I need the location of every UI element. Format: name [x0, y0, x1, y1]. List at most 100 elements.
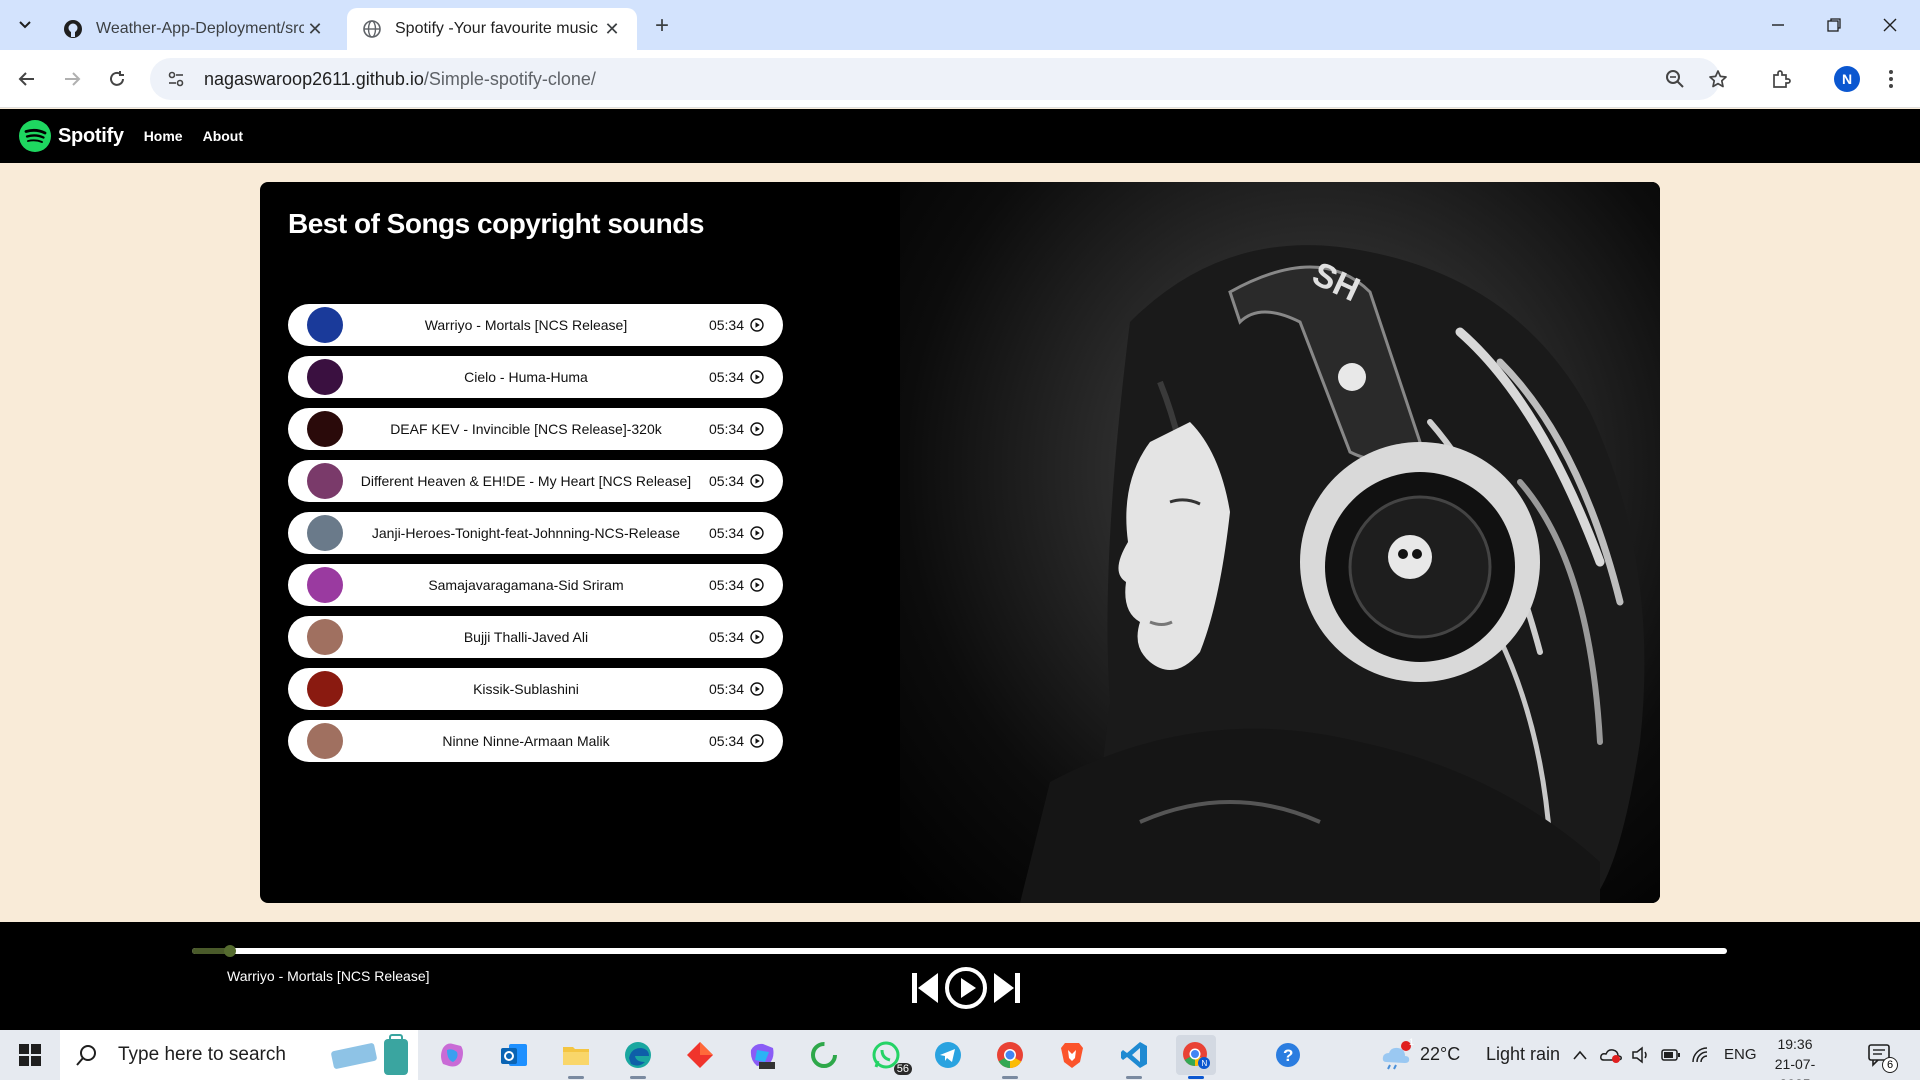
chrome-profile-icon[interactable]: N: [1176, 1035, 1216, 1079]
tab-title: Spotify -Your favourite music is: [395, 20, 601, 37]
song-name: Ninne Ninne-Armaan Malik: [442, 733, 610, 749]
play-circle-icon[interactable]: [750, 422, 764, 436]
weather-alert-badge: 1: [1408, 1037, 1414, 1047]
brave-icon[interactable]: [1052, 1035, 1092, 1075]
copilot-icon[interactable]: [432, 1035, 472, 1075]
minimize-button[interactable]: [1750, 0, 1806, 50]
refresh-app-icon[interactable]: [804, 1035, 844, 1075]
wifi-icon[interactable]: [1686, 1035, 1716, 1075]
chrome-icon[interactable]: [990, 1035, 1030, 1079]
back-button[interactable]: [10, 62, 44, 96]
song-item[interactable]: Cielo - Huma-Huma 05:34: [288, 356, 783, 398]
m365-icon[interactable]: [742, 1035, 782, 1075]
song-duration: 05:34: [708, 681, 744, 697]
player-bar: Warriyo - Mortals [NCS Release]: [0, 922, 1920, 1030]
song-cover: [307, 307, 343, 343]
song-item[interactable]: Kissik-Sublashini 05:34: [288, 668, 783, 710]
weather-icon[interactable]: 1: [1376, 1035, 1416, 1075]
close-icon[interactable]: ✕: [304, 18, 326, 40]
song-duration: 05:34: [708, 525, 744, 541]
outlook-icon[interactable]: [494, 1035, 534, 1075]
nav-link-about[interactable]: About: [203, 128, 243, 144]
song-cover: [307, 515, 343, 551]
restore-button[interactable]: [1806, 0, 1862, 50]
bookmark-button[interactable]: [1701, 62, 1735, 96]
whatsapp-icon[interactable]: 56: [866, 1035, 912, 1075]
play-circle-icon[interactable]: [750, 370, 764, 384]
windows-icon: [19, 1044, 41, 1066]
song-duration: 05:34: [708, 577, 744, 593]
play-circle-icon[interactable]: [944, 966, 988, 1010]
notification-center-icon[interactable]: 6: [1860, 1035, 1900, 1075]
github-icon: [62, 18, 84, 40]
clock[interactable]: 19:36 21-07-2025: [1760, 1034, 1830, 1080]
progress-thumb[interactable]: [224, 945, 237, 957]
onedrive-icon[interactable]: [1596, 1035, 1626, 1075]
language-indicator[interactable]: ENG: [1724, 1046, 1757, 1063]
play-circle-icon[interactable]: [750, 682, 764, 696]
edge-icon[interactable]: [618, 1035, 658, 1079]
tab-spotify[interactable]: Spotify -Your favourite music is ✕: [347, 8, 637, 50]
site-navbar: Spotify Home About: [0, 109, 1920, 163]
volume-icon[interactable]: [1626, 1035, 1656, 1075]
song-item[interactable]: Different Heaven & EH!DE - My Heart [NCS…: [288, 460, 783, 502]
battery-icon[interactable]: [1656, 1035, 1686, 1075]
play-circle-icon[interactable]: [750, 318, 764, 332]
next-icon[interactable]: [992, 970, 1022, 1006]
song-item[interactable]: DEAF KEV - Invincible [NCS Release]-320k…: [288, 408, 783, 450]
file-explorer-icon[interactable]: [556, 1035, 596, 1079]
avatar: N: [1834, 66, 1860, 92]
help-icon[interactable]: ?: [1268, 1035, 1308, 1075]
vscode-icon[interactable]: [1114, 1035, 1154, 1079]
taskbar-search[interactable]: Type here to search: [60, 1030, 418, 1080]
gem-app-icon[interactable]: [680, 1035, 720, 1075]
page-title: Best of Songs copyright sounds: [288, 208, 704, 239]
close-icon: [1883, 18, 1897, 32]
play-circle-icon[interactable]: [750, 526, 764, 540]
headphones-girl-image: SH: [1020, 245, 1645, 903]
song-name: Bujji Thalli-Javed Ali: [463, 629, 589, 645]
song-item[interactable]: Warriyo - Mortals [NCS Release] 05:34: [288, 304, 783, 346]
player-controls: [910, 966, 1022, 1010]
chevron-up-icon[interactable]: [1564, 1035, 1596, 1075]
song-duration: 05:34: [708, 733, 744, 749]
close-icon[interactable]: ✕: [601, 18, 623, 40]
song-item[interactable]: Samajavaragamana-Sid Sriram 05:34: [288, 564, 783, 606]
play-circle-icon[interactable]: [750, 630, 764, 644]
zoom-icon[interactable]: [1660, 64, 1690, 94]
song-cover: [307, 411, 343, 447]
extensions-button[interactable]: [1764, 62, 1798, 96]
brand[interactable]: Spotify: [18, 119, 124, 153]
song-duration: 05:34: [708, 421, 744, 437]
song-item[interactable]: Ninne Ninne-Armaan Malik 05:34: [288, 720, 783, 762]
nav-link-home[interactable]: Home: [144, 128, 183, 144]
site-info-icon[interactable]: [156, 58, 196, 100]
weather-temp: 22°C: [1420, 1044, 1461, 1064]
now-playing-title: Warriyo - Mortals [NCS Release]: [227, 968, 430, 984]
more-vertical-icon: [1889, 70, 1893, 88]
progress-bar[interactable]: [192, 945, 1727, 957]
song-duration: 05:34: [708, 317, 744, 333]
address-bar[interactable]: nagaswaroop2611.github.io/Simple-spotify…: [150, 58, 1720, 100]
notification-badge: 6: [1882, 1057, 1898, 1073]
browser-menu-button[interactable]: [1874, 62, 1908, 96]
start-button[interactable]: [0, 1030, 60, 1080]
play-circle-icon[interactable]: [750, 578, 764, 592]
song-item[interactable]: Janji-Heroes-Tonight-feat-Johnning-NCS-R…: [288, 512, 783, 554]
reload-button[interactable]: [100, 62, 134, 96]
song-item[interactable]: Bujji Thalli-Javed Ali 05:34: [288, 616, 783, 658]
tab-weather-app[interactable]: Weather-App-Deployment/src/... ✕: [48, 8, 340, 50]
song-name: Cielo - Huma-Huma: [464, 369, 588, 385]
windows-taskbar: Type here to search 56 N ? 1 22°C Light …: [0, 1030, 1920, 1080]
close-window-button[interactable]: [1862, 0, 1918, 50]
profile-button[interactable]: N: [1830, 62, 1864, 96]
new-tab-button[interactable]: +: [648, 12, 676, 40]
song-duration: 05:34: [708, 473, 744, 489]
previous-icon[interactable]: [910, 970, 940, 1006]
play-circle-icon[interactable]: [750, 474, 764, 488]
telegram-icon[interactable]: [928, 1035, 968, 1075]
play-circle-icon[interactable]: [750, 734, 764, 748]
tab-search-button[interactable]: [10, 10, 40, 40]
star-icon: [1709, 70, 1727, 88]
forward-button[interactable]: [55, 62, 89, 96]
